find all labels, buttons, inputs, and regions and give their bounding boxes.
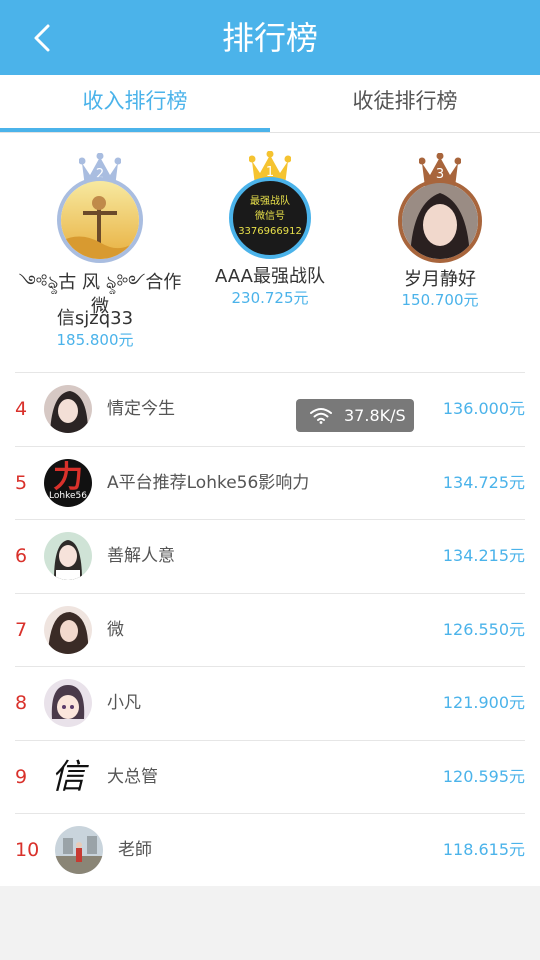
tab-disciple-ranking[interactable]: 收徒排行榜: [270, 75, 540, 133]
avatar: [57, 177, 143, 263]
avatar-text: Lohke56: [49, 490, 87, 501]
user-name: 微: [107, 619, 124, 640]
rank-number: 5: [15, 471, 28, 494]
avatar: [398, 179, 482, 263]
avatar: 信: [44, 752, 92, 801]
list-item[interactable]: 4 情定今生 136.000元: [15, 372, 525, 446]
rank-number: 9: [15, 765, 28, 788]
income-amount: 136.000元: [442, 399, 525, 418]
income-amount: 134.215元: [442, 546, 525, 565]
list-item[interactable]: 7 微 126.550元: [15, 592, 525, 667]
rank-number: 6: [15, 545, 28, 567]
tab-income-ranking[interactable]: 收入排行榜: [0, 75, 270, 133]
avatar: [44, 385, 92, 433]
page-title: 排行榜: [221, 19, 318, 57]
podium-rank-3[interactable]: 3 岁月静好 150.700元: [350, 133, 530, 363]
rank-number: 10: [15, 839, 40, 861]
avatar: [44, 532, 92, 580]
list-item[interactable]: 10 老師 118.615元: [15, 813, 525, 887]
user-name: 老師: [118, 840, 152, 860]
user-name: 大总管: [107, 766, 158, 787]
avatar-text: 最强战队: [250, 196, 290, 207]
list-item[interactable]: 5 力 Lohke56 A平台推荐Lohke56影响力 134.725元: [15, 445, 525, 520]
list-item[interactable]: 8 小凡 121.900元: [15, 666, 525, 740]
income-amount: 118.615元: [442, 840, 525, 859]
avatar: [55, 826, 103, 874]
rank-number: 4: [15, 398, 28, 420]
avatar-text: 3376966912: [238, 226, 302, 237]
podium-name: AAA最强战队: [215, 266, 325, 287]
user-name: 小凡: [107, 693, 141, 713]
podium-rank-1[interactable]: 1 最强战队 微信号 3376966912 AAA最强战队 230.725元: [180, 133, 360, 363]
wifi-icon: [310, 408, 332, 424]
list-item[interactable]: 6 善解人意 134.215元: [15, 519, 525, 593]
avatar-text: 力: [53, 459, 83, 495]
ranking-list: 4 情定今生 136.000元 5 力 Lohke56 A平台推荐Lohke56…: [15, 372, 525, 887]
podium-amount: 230.725元: [231, 289, 309, 307]
avatar: [44, 679, 92, 727]
rank-number: 7: [15, 618, 28, 641]
network-speed-text: 37.8K/S: [344, 406, 406, 425]
user-name: 善解人意: [107, 546, 175, 566]
user-name: 情定今生: [107, 399, 175, 419]
avatar: 最强战队 微信号 3376966912: [229, 177, 311, 259]
income-amount: 134.725元: [442, 472, 525, 492]
avatar-text: 微信号: [255, 211, 285, 222]
list-item[interactable]: 9 信 大总管 120.595元: [15, 739, 525, 814]
income-amount: 126.550元: [442, 619, 525, 639]
podium-rank-2[interactable]: 2 ༺ৡ古 风 ৡ༻合作微 信sjzq33 185.800元: [10, 133, 190, 363]
avatar-text: 信: [51, 756, 85, 797]
income-amount: 121.900元: [442, 693, 525, 712]
tab-bar: 收入排行榜 收徒排行榜: [0, 75, 540, 133]
avatar: 力 Lohke56: [44, 458, 92, 507]
podium-amount: 150.700元: [401, 291, 479, 309]
podium-amount: 185.800元: [56, 331, 134, 349]
header-bar: 排行榜: [0, 0, 540, 75]
user-name: A平台推荐Lohke56影响力: [107, 472, 310, 493]
ranking-content: 2 ༺ৡ古 风 ৡ༻合作微 信sjzq33 185.800元 1 最强战队 微信…: [0, 133, 540, 886]
avatar: [44, 605, 92, 654]
podium-name: 岁月静好: [404, 269, 476, 290]
income-amount: 120.595元: [442, 766, 525, 786]
rank-number: 8: [15, 692, 28, 714]
active-tab-indicator: [0, 128, 270, 132]
network-speed-toast: 37.8K/S: [296, 399, 414, 432]
podium-name-continued: 信sjzq33: [56, 308, 134, 329]
